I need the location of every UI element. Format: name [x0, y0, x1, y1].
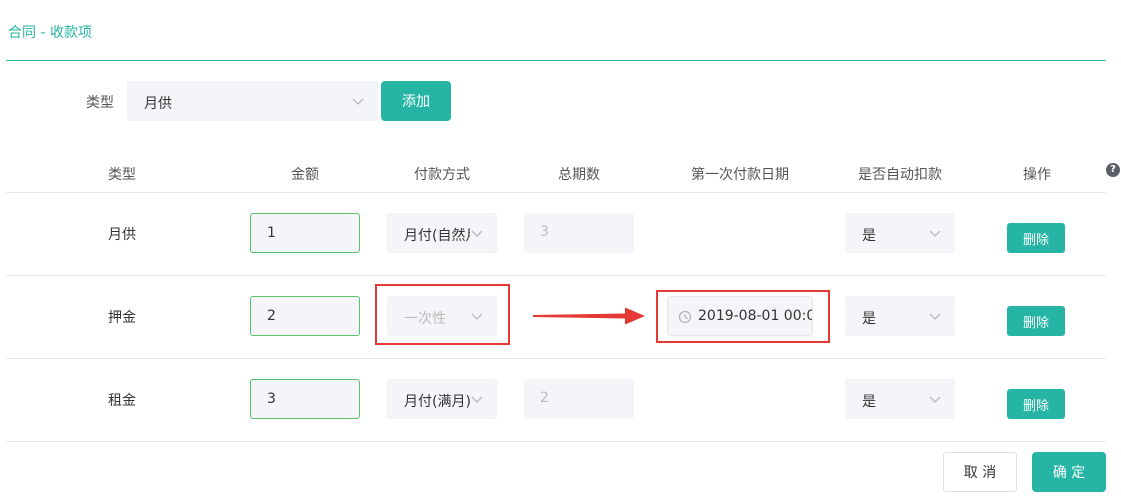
section-title: 合同 - 收款项: [8, 25, 92, 41]
column-header-first-payment-date: 第一次付款日期: [691, 167, 789, 183]
auto-debit-value: 是: [862, 311, 876, 327]
row-type: 月供: [108, 227, 136, 243]
chevron-down-icon: [471, 230, 483, 237]
row-divider: [6, 358, 1106, 359]
auto-debit-value: 是: [862, 228, 876, 244]
row-divider: [6, 275, 1106, 276]
column-header-actions: 操作: [1023, 167, 1051, 183]
auto-debit-select[interactable]: 是: [845, 379, 955, 419]
cancel-button[interactable]: 取 消: [943, 452, 1017, 492]
chevron-down-icon: [929, 313, 941, 320]
annotation-arrow-icon: [533, 307, 645, 325]
column-header-payment-method: 付款方式: [414, 167, 470, 183]
payment-method-select[interactable]: 月付(满月): [387, 379, 497, 419]
row-type: 押金: [108, 310, 136, 326]
auto-debit-select[interactable]: 是: [845, 296, 955, 336]
column-header-total-periods: 总期数: [558, 167, 600, 183]
total-periods-input[interactable]: 2: [524, 379, 634, 419]
annotation-highlight-payment-method: [375, 284, 510, 345]
chevron-down-icon: [929, 230, 941, 237]
auto-debit-value: 是: [862, 394, 876, 410]
chevron-down-icon: [929, 396, 941, 403]
column-header-type: 类型: [108, 167, 136, 183]
payment-method-value: 月付(自然月): [404, 228, 470, 244]
section-divider: [6, 60, 1106, 61]
payment-method-select[interactable]: 月付(自然月): [387, 213, 497, 253]
payment-method-value: 月付(满月): [404, 394, 470, 410]
chevron-down-icon: [471, 396, 483, 403]
column-header-amount: 金额: [291, 167, 319, 183]
delete-button[interactable]: 删除: [1007, 389, 1065, 419]
type-select[interactable]: 月供: [127, 81, 378, 121]
auto-debit-select[interactable]: 是: [845, 213, 955, 253]
amount-input[interactable]: 3: [250, 379, 360, 419]
row-type: 租金: [108, 393, 136, 409]
total-periods-input[interactable]: 3: [524, 213, 634, 253]
amount-input[interactable]: 1: [250, 213, 360, 253]
row-divider: [6, 441, 1106, 442]
add-button[interactable]: 添加: [381, 81, 451, 121]
type-label: 类型: [86, 95, 114, 111]
confirm-button[interactable]: 确 定: [1032, 452, 1106, 492]
table-header-divider: [6, 192, 1106, 193]
type-select-value: 月供: [144, 96, 172, 112]
column-header-auto-debit: 是否自动扣款: [858, 167, 942, 183]
delete-button[interactable]: 删除: [1007, 306, 1065, 336]
annotation-highlight-first-date: [656, 290, 830, 343]
delete-button[interactable]: 删除: [1007, 223, 1065, 253]
help-icon[interactable]: ?: [1106, 163, 1120, 177]
amount-input[interactable]: 2: [250, 296, 360, 336]
chevron-down-icon: [352, 98, 364, 105]
